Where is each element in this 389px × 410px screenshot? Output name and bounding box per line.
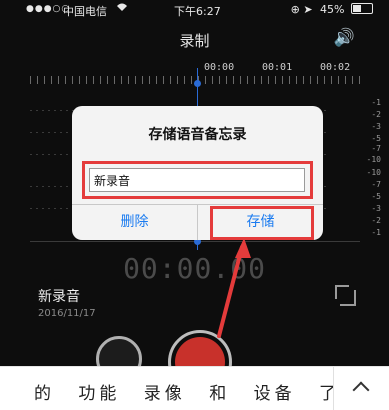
recording-date: 2016/11/17 [38, 308, 96, 319]
db-label: -7 [371, 144, 381, 153]
db-label: -10 [366, 155, 381, 164]
delete-button[interactable]: 删除 [72, 204, 197, 240]
wifi-icon [116, 2, 128, 15]
phone-screen: ●●●○○ 中国电信 下午6:27 ⊕ ➤ 45% 录制 🔊 00:00 00:… [0, 0, 389, 409]
rotation-lock-icon: ⊕ [290, 3, 300, 16]
db-label: -5 [371, 192, 381, 201]
crop-icon[interactable] [335, 285, 356, 306]
article-caption: 的 功能 录像 和 设备 了 日 [34, 384, 385, 404]
title-bar: 录制 🔊 [0, 24, 389, 52]
location-icon: ➤ [303, 3, 313, 16]
carrier-name: 中国电信 [63, 5, 107, 18]
db-label: -3 [371, 122, 381, 131]
highlight-box-save [210, 206, 314, 240]
db-label: -5 [371, 134, 381, 143]
article-footer: 的 功能 录像 和 设备 了 日 [0, 366, 389, 410]
status-right: ⊕ ➤ 45% [291, 3, 373, 16]
time-tick: 00:00 [204, 62, 235, 73]
memo-name-input[interactable] [89, 168, 305, 192]
db-label: -2 [371, 110, 381, 119]
speaker-icon[interactable]: 🔊 [334, 28, 355, 48]
recording-timer: 00:00.00 [123, 252, 266, 285]
db-label: -2 [371, 216, 381, 225]
save-memo-dialog: 存储语音备忘录 删除 存储 [72, 106, 323, 240]
recording-name: 新录音 [38, 289, 80, 305]
battery-percent: 45% [320, 3, 345, 16]
time-tick: 00:02 [320, 62, 351, 73]
dialog-title: 存储语音备忘录 [148, 127, 247, 143]
battery-icon [351, 3, 373, 14]
db-label: -3 [371, 204, 381, 213]
status-bar: ●●●○○ 中国电信 下午6:27 ⊕ ➤ 45% [0, 0, 389, 20]
playhead-handle-top[interactable] [194, 80, 201, 87]
db-label: -1 [371, 98, 381, 107]
db-label: -1 [371, 228, 381, 237]
chevron-up-icon[interactable] [333, 367, 389, 410]
db-label: -10 [366, 168, 381, 177]
db-label: -7 [371, 180, 381, 189]
status-time: 下午6:27 [174, 5, 221, 18]
page-title: 录制 [179, 32, 210, 50]
time-tick: 00:01 [262, 62, 293, 73]
